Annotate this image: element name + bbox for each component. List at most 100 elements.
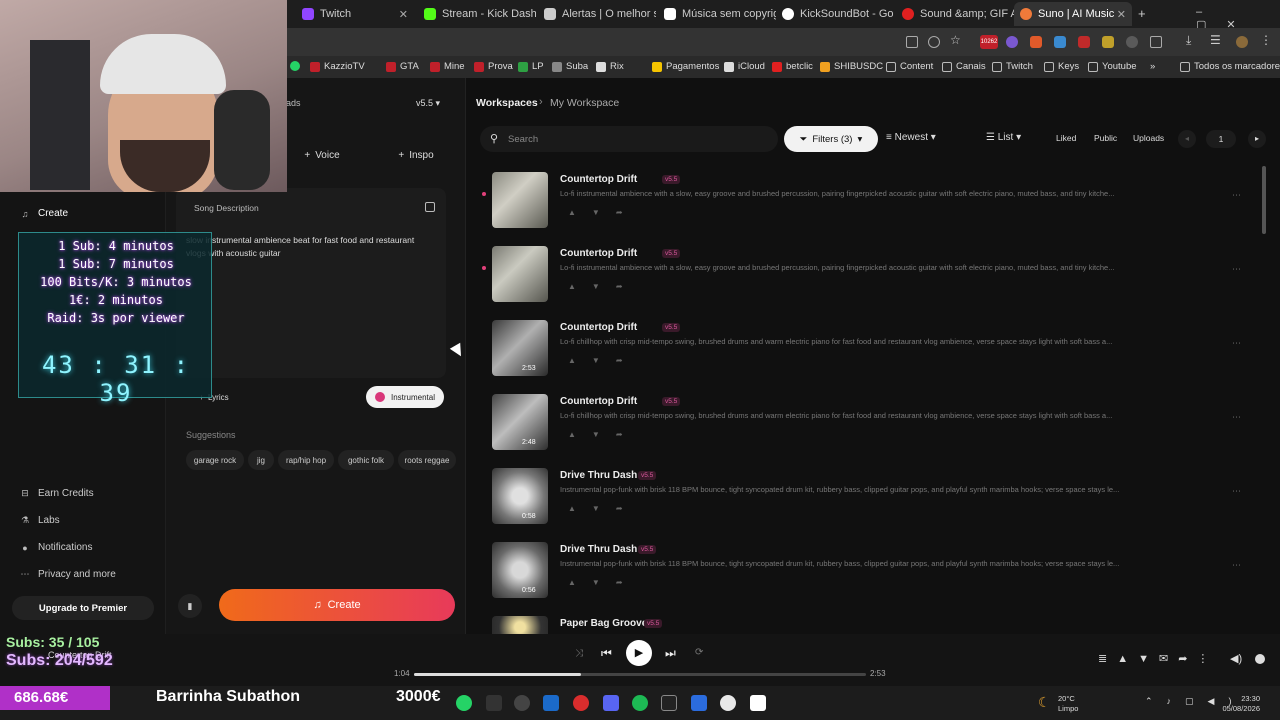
- bookmark-betclic[interactable]: betclic: [772, 61, 813, 72]
- inspo-button[interactable]: + Inspo: [386, 146, 446, 164]
- sidepanel-icon[interactable]: ☰: [1210, 33, 1221, 47]
- whatsapp-bookmark[interactable]: [290, 61, 304, 71]
- trash-icon[interactable]: ▮: [178, 594, 202, 618]
- breadcrumb-workspaces[interactable]: Workspaces: [476, 97, 538, 109]
- instrumental-toggle[interactable]: Instrumental: [366, 386, 444, 408]
- bookmark-kazziotv[interactable]: KazzioTV: [310, 61, 365, 72]
- settings-icon[interactable]: [514, 695, 530, 711]
- song-title[interactable]: Drive Thru Dash: [560, 470, 637, 481]
- sidebar-item-labs[interactable]: ⚗ Labs: [20, 515, 60, 526]
- more-icon[interactable]: ⋯: [1232, 338, 1241, 349]
- extension-icon[interactable]: [1078, 36, 1090, 48]
- translate-icon[interactable]: [906, 36, 918, 48]
- epic-icon[interactable]: [486, 695, 502, 711]
- obs-icon[interactable]: [750, 695, 766, 711]
- suggestion-chip[interactable]: roots reggae: [398, 450, 456, 470]
- new-tab-button[interactable]: +: [1138, 6, 1146, 21]
- voice-button[interactable]: + Voice: [292, 146, 352, 164]
- view-select[interactable]: ☰ List ▾: [986, 132, 1021, 143]
- bookmark-gta[interactable]: GTA: [386, 61, 419, 72]
- capcut-icon[interactable]: [661, 695, 677, 711]
- player-actions[interactable]: ≣▲▼✉➦⋮: [1098, 652, 1218, 665]
- notes-icon[interactable]: [691, 695, 707, 711]
- suggestion-chip[interactable]: rap/hip hop: [278, 450, 334, 470]
- song-cover[interactable]: [492, 616, 548, 634]
- info-icon[interactable]: [1255, 654, 1265, 664]
- weather-widget[interactable]: 20°C Limpo: [1058, 694, 1078, 714]
- bookmark-pagamentos[interactable]: Pagamentos: [652, 61, 719, 72]
- chrome-icon[interactable]: [720, 695, 736, 711]
- song-actions[interactable]: ▲▼➦: [568, 282, 639, 291]
- clock[interactable]: 23:30 05/08/2026: [1200, 694, 1260, 714]
- song-cover[interactable]: [492, 246, 548, 302]
- song-row[interactable]: 0:56 Drive Thru Dash v5.5 Instrumental p…: [492, 542, 1262, 616]
- song-title[interactable]: Paper Bag Groove: [560, 618, 647, 629]
- shuffle-icon[interactable]: ⤨: [575, 648, 583, 659]
- song-title[interactable]: Countertop Drift: [560, 322, 637, 333]
- song-cover[interactable]: 2:48: [492, 394, 548, 450]
- bookmark-keys[interactable]: Keys: [1044, 61, 1079, 72]
- song-title[interactable]: Countertop Drift: [560, 248, 637, 259]
- upgrade-button[interactable]: Upgrade to Premier: [12, 596, 154, 620]
- close-tab-icon[interactable]: ✕: [1117, 8, 1126, 21]
- tab-twitch[interactable]: Twitch ✕: [296, 2, 414, 26]
- bookmark-prova[interactable]: Prova: [474, 61, 513, 72]
- bookmark-youtube[interactable]: Youtube: [1088, 61, 1137, 72]
- song-row[interactable]: 2:53 Countertop Drift v5.5 Lo-fi chillho…: [492, 320, 1262, 394]
- song-row[interactable]: Countertop Drift v5.5 Lo-fi instrumental…: [482, 246, 1262, 320]
- extension-icon[interactable]: [1054, 36, 1066, 48]
- sidebar-item-earn-credits[interactable]: ⊟ Earn Credits: [20, 488, 93, 499]
- next-icon[interactable]: ⏭: [665, 646, 676, 661]
- prev-page-icon[interactable]: ◂: [1178, 130, 1196, 148]
- tab-kick-dashboard[interactable]: Stream - Kick Dashb✕: [418, 2, 536, 26]
- tab-suno[interactable]: Suno | AI Music ✕: [1014, 2, 1132, 26]
- tab-musica[interactable]: Música sem copyrig✕: [658, 2, 776, 26]
- next-page-icon[interactable]: ▸: [1248, 130, 1266, 148]
- more-icon[interactable]: ⋯: [1232, 486, 1241, 497]
- tab-kicksoundbot[interactable]: KickSoundBot - Goo✕: [776, 2, 894, 26]
- bookmark-mine[interactable]: Mine: [430, 61, 465, 72]
- scrollbar[interactable]: [1262, 166, 1266, 234]
- previous-icon[interactable]: ⏮: [601, 646, 612, 661]
- extension-badge[interactable]: 10262: [980, 35, 998, 49]
- bookmarks-overflow[interactable]: »: [1150, 61, 1155, 72]
- song-description-box[interactable]: [176, 188, 446, 378]
- song-row[interactable]: Countertop Drift v5.5 Lo-fi instrumental…: [482, 172, 1262, 246]
- song-cover[interactable]: [492, 172, 548, 228]
- extensions-puzzle-icon[interactable]: [1150, 36, 1162, 48]
- song-row[interactable]: Paper Bag Groove v5.5: [492, 616, 1262, 634]
- tab-alertas[interactable]: Alertas | O melhor s✕: [538, 2, 656, 26]
- spotify-icon[interactable]: [632, 695, 648, 711]
- app-icon[interactable]: [573, 695, 589, 711]
- more-icon[interactable]: ⋯: [1232, 412, 1241, 423]
- cast-icon[interactable]: [928, 36, 940, 48]
- bookmark-lp[interactable]: LP: [518, 61, 544, 72]
- sidebar-item-create[interactable]: ♫ Create: [20, 208, 68, 219]
- sidebar-item-privacy[interactable]: ⋯ Privacy and more: [20, 569, 116, 580]
- create-tab[interactable]: ads: [286, 98, 301, 108]
- filter-liked[interactable]: Liked: [1056, 133, 1076, 143]
- bookmark-twitch[interactable]: Twitch: [992, 61, 1033, 72]
- search-input[interactable]: ⚲ Search: [480, 126, 778, 152]
- song-cover[interactable]: 2:53: [492, 320, 548, 376]
- song-title[interactable]: Countertop Drift: [560, 174, 637, 185]
- play-icon[interactable]: ▶: [626, 640, 652, 666]
- sidebar-item-notifications[interactable]: ● Notifications: [20, 542, 92, 553]
- song-row[interactable]: 0:58 Drive Thru Dash v5.5 Instrumental p…: [492, 468, 1262, 542]
- expand-icon[interactable]: [425, 202, 435, 212]
- profile-avatar[interactable]: [1236, 36, 1248, 48]
- bookmark-icloud[interactable]: iCloud: [724, 61, 765, 72]
- song-row[interactable]: 2:48 Countertop Drift v5.5 Lo-fi chillho…: [492, 394, 1262, 468]
- song-actions[interactable]: ▲▼➦: [568, 356, 639, 365]
- close-tab-icon[interactable]: ✕: [399, 8, 408, 21]
- sort-select[interactable]: ≡ Newest ▾: [886, 132, 936, 143]
- extension-icon[interactable]: [1102, 36, 1114, 48]
- version-select[interactable]: v5.5 ▾: [416, 98, 440, 109]
- bookmark-rix[interactable]: Rix: [596, 61, 624, 72]
- whatsapp-icon[interactable]: [456, 695, 472, 711]
- discord-icon[interactable]: [603, 695, 619, 711]
- song-title[interactable]: Drive Thru Dash: [560, 544, 637, 555]
- song-cover[interactable]: 0:56: [492, 542, 548, 598]
- song-title[interactable]: Countertop Drift: [560, 396, 637, 407]
- more-icon[interactable]: ⋯: [1232, 264, 1241, 275]
